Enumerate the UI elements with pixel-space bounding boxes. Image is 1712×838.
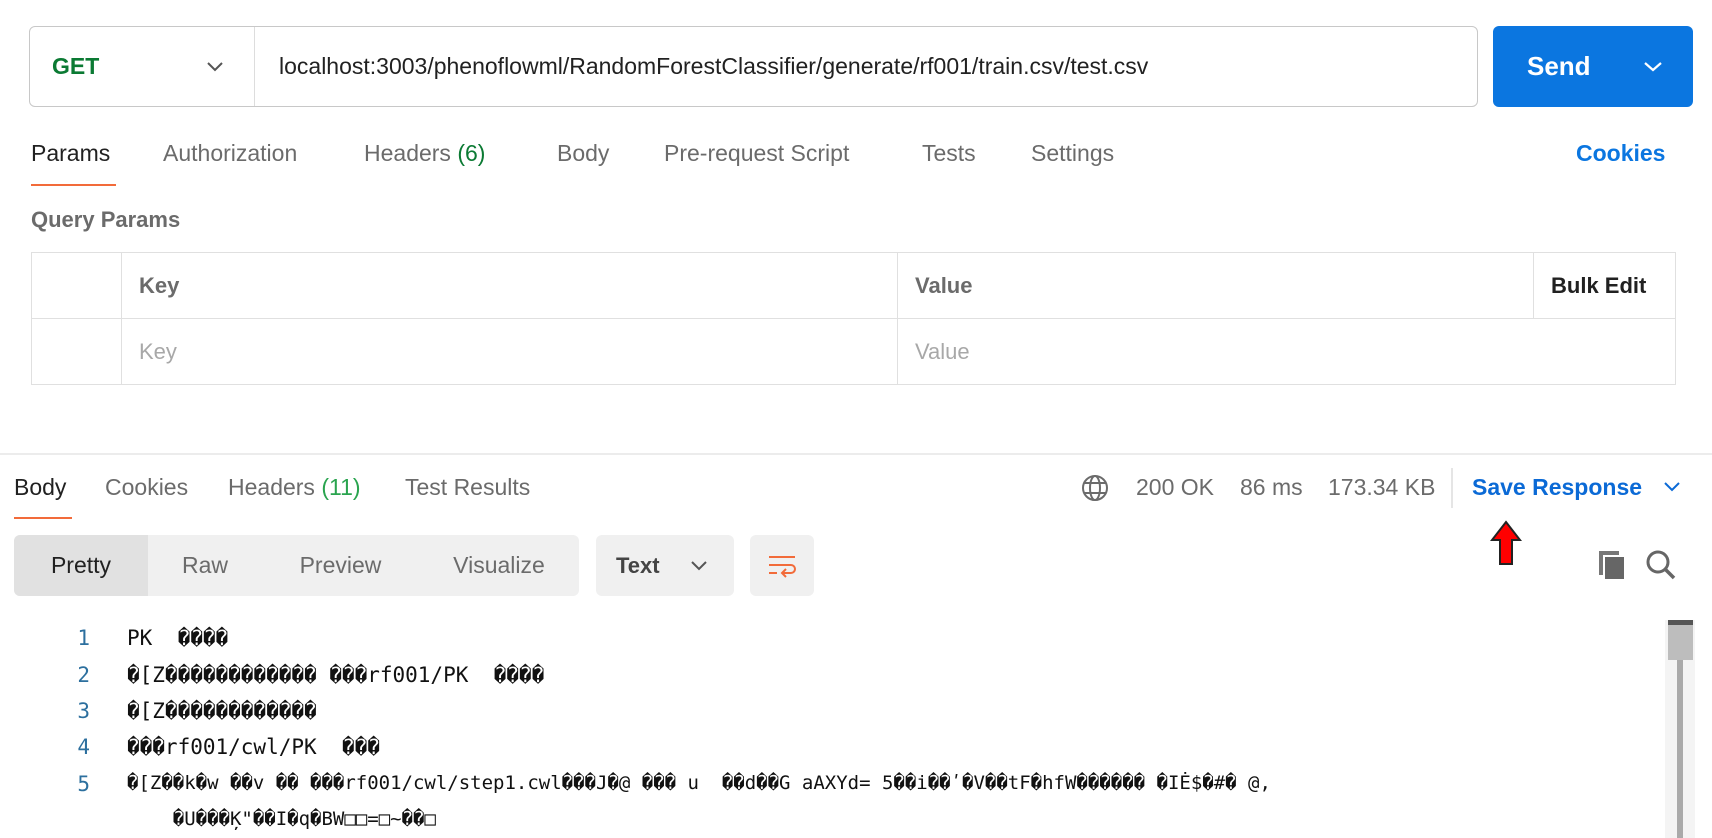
response-tab-headers[interactable]: Headers (11)	[228, 474, 361, 501]
key-input[interactable]: Key	[121, 318, 898, 385]
code-line[interactable]: ���rf001/cwl/PK ���	[127, 735, 380, 759]
view-mode-selector: Pretty Raw Preview Visualize	[14, 535, 579, 596]
headers-count: (6)	[457, 140, 486, 166]
response-size[interactable]: 173.34 KB	[1328, 474, 1435, 501]
tab-label: Headers	[364, 140, 451, 166]
chevron-down-icon[interactable]	[1663, 481, 1681, 493]
response-time[interactable]: 86 ms	[1240, 474, 1303, 501]
bulk-edit-button[interactable]: Bulk Edit	[1533, 252, 1676, 319]
code-line[interactable]: �[Z������������	[127, 699, 317, 723]
value-header: Value	[897, 252, 1534, 319]
line-number: 4	[77, 735, 90, 759]
tab-authorization[interactable]: Authorization	[163, 140, 297, 167]
headers-count: (11)	[321, 474, 361, 500]
row-checkbox[interactable]	[31, 318, 122, 385]
globe-icon[interactable]	[1080, 473, 1110, 503]
chevron-down-icon	[691, 560, 707, 570]
view-raw[interactable]: Raw	[148, 535, 262, 596]
request-bar: GET localhost:3003/phenoflowml/RandomFor…	[29, 26, 1478, 107]
code-line-wrapped[interactable]: �U���Ķ"��I�q�BW□□=□~��□	[127, 808, 436, 830]
format-label: Text	[616, 552, 660, 578]
chevron-down-icon[interactable]	[1643, 61, 1663, 73]
value-input[interactable]: Value	[897, 318, 1676, 385]
scrollbar-thumb[interactable]	[1668, 620, 1693, 660]
tab-settings[interactable]: Settings	[1031, 140, 1114, 167]
format-dropdown[interactable]: Text	[596, 535, 734, 596]
save-response-button[interactable]: Save Response	[1472, 474, 1642, 501]
method-label: GET	[52, 53, 100, 79]
send-button[interactable]: Send	[1493, 26, 1693, 107]
red-arrow-annotation-icon	[1490, 520, 1522, 565]
view-visualize[interactable]: Visualize	[419, 535, 579, 596]
line-number: 2	[77, 663, 90, 687]
code-line[interactable]: �[Z��k�w ��v �� ���rf001/cwl/step1.cwl��…	[127, 772, 1271, 794]
chevron-down-icon	[207, 61, 223, 71]
search-icon[interactable]	[1645, 549, 1677, 581]
checkbox-column	[31, 252, 122, 319]
key-header: Key	[121, 252, 898, 319]
tab-params[interactable]: Params	[31, 140, 110, 167]
query-params-title: Query Params	[31, 207, 181, 232]
cookies-link[interactable]: Cookies	[1576, 140, 1665, 167]
active-tab-underline	[31, 184, 116, 186]
copy-icon[interactable]	[1597, 549, 1627, 581]
method-select[interactable]: GET	[30, 27, 255, 106]
tab-pre-request-script[interactable]: Pre-request Script	[664, 140, 849, 167]
active-response-tab-underline	[14, 517, 72, 519]
line-number: 5	[77, 772, 90, 796]
code-line[interactable]: �[Z������������ ���rf001/PK ����	[127, 663, 544, 687]
tab-tests[interactable]: Tests	[922, 140, 976, 167]
response-tab-test-results[interactable]: Test Results	[405, 474, 530, 501]
line-number: 1	[77, 626, 90, 650]
status-code[interactable]: 200 OK	[1136, 474, 1214, 501]
view-preview[interactable]: Preview	[262, 535, 419, 596]
scrollbar-track[interactable]	[1665, 620, 1695, 838]
code-line[interactable]: PK ����	[127, 626, 228, 650]
query-params-table: Key Value Bulk Edit Key Value	[31, 252, 1676, 385]
separator	[1451, 468, 1453, 508]
pane-divider[interactable]	[0, 453, 1712, 455]
response-tab-cookies[interactable]: Cookies	[105, 474, 188, 501]
tab-headers[interactable]: Headers (6)	[364, 140, 485, 167]
scrollbar-rail	[1677, 660, 1683, 838]
wrap-lines-button[interactable]	[750, 535, 814, 596]
send-label: Send	[1527, 51, 1591, 81]
line-number: 3	[77, 699, 90, 723]
view-pretty[interactable]: Pretty	[14, 535, 148, 596]
response-tab-body[interactable]: Body	[14, 474, 66, 501]
url-input[interactable]: localhost:3003/phenoflowml/RandomForestC…	[255, 53, 1148, 80]
tab-label: Headers	[228, 474, 315, 500]
tab-body[interactable]: Body	[557, 140, 609, 167]
wrap-icon	[769, 555, 796, 578]
